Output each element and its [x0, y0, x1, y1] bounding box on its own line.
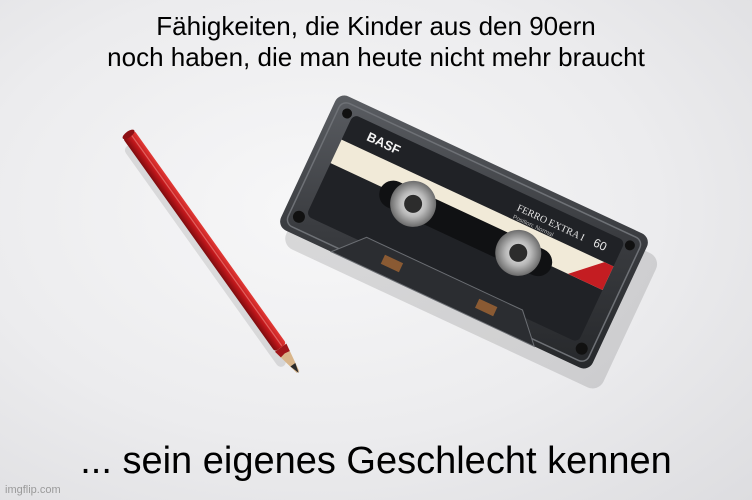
- red-pencil: [122, 129, 300, 373]
- bottom-caption: ... sein eigenes Geschlecht kennen: [80, 440, 672, 482]
- top-caption: Fähigkeiten, die Kinder aus den 90ern no…: [0, 11, 752, 73]
- top-caption-line-1: Fähigkeiten, die Kinder aus den 90ern: [156, 11, 596, 41]
- top-caption-line-2: noch haben, die man heute nicht mehr bra…: [107, 42, 645, 72]
- watermark: imgflip.com: [5, 484, 61, 496]
- meme-image: BASF FERRO EXTRA I Position: Normal 60 F…: [0, 0, 752, 500]
- photo-scene: BASF FERRO EXTRA I Position: Normal 60: [122, 95, 658, 389]
- cassette-tape: BASF FERRO EXTRA I Position: Normal 60: [280, 95, 648, 369]
